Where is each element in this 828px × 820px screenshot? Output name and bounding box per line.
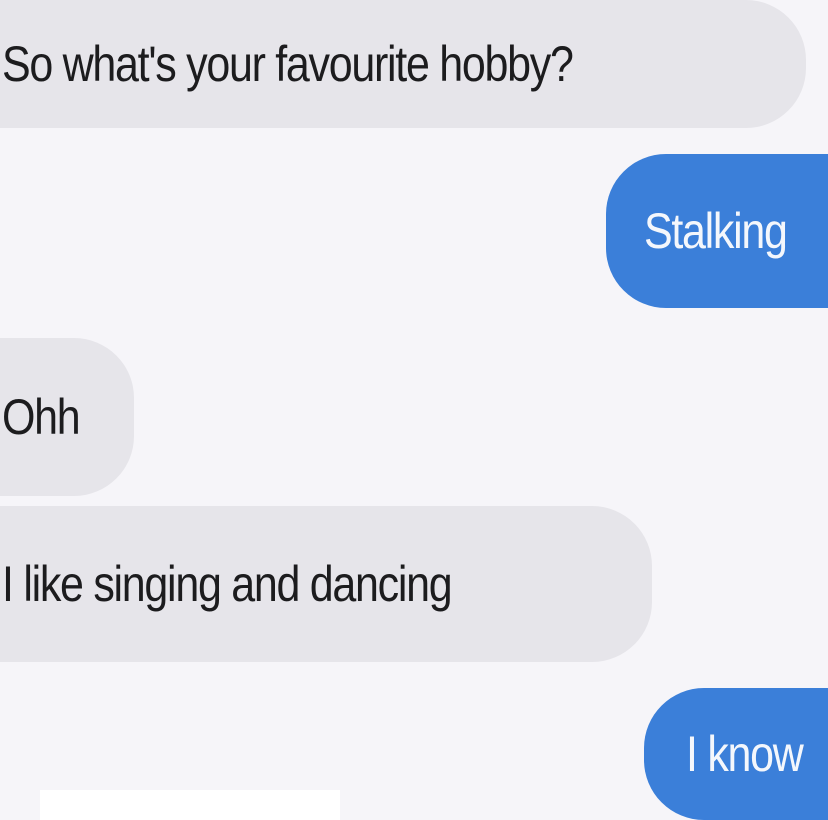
message-thread: So what's your favourite hobby? Stalking… [0,0,828,820]
blank-area [40,790,340,820]
received-message-bubble[interactable]: I like singing and dancing [0,506,652,662]
message-text: Stalking [644,203,788,259]
message-text: I know [686,726,804,782]
received-message-bubble[interactable]: So what's your favourite hobby? [0,0,806,128]
message-text: Ohh [2,389,81,445]
received-message-bubble[interactable]: Ohh [0,338,134,496]
sent-message-bubble[interactable]: Stalking [606,154,828,308]
sent-message-bubble[interactable]: I know [644,688,828,820]
message-text: I like singing and dancing [2,556,453,612]
message-text: So what's your favourite hobby? [2,36,574,92]
